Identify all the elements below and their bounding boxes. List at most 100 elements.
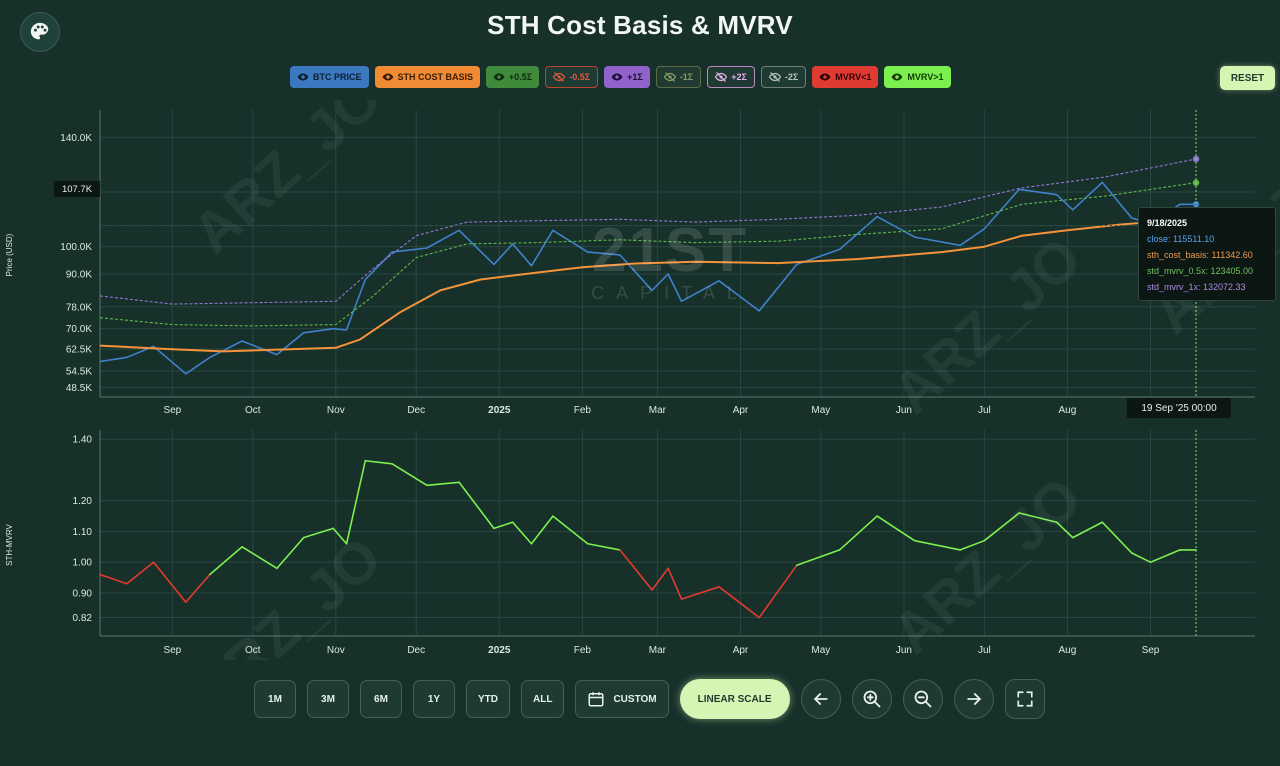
- legend-toggle-3[interactable]: -0.5Σ: [545, 66, 599, 88]
- eye-icon: [819, 73, 831, 81]
- mvrv-segment: [758, 564, 798, 619]
- x-tick-label: Dec: [407, 645, 425, 656]
- reset-button[interactable]: RESET: [1220, 66, 1275, 90]
- mvrv-segment: [876, 515, 916, 542]
- chart-panel-1: Sep Oct Nov Dec 2025 Feb Mar Apr May Jun Jul Aug Sep…: [5, 430, 1255, 656]
- eye-icon: [382, 73, 394, 81]
- x-tick-label: Sep: [163, 645, 181, 656]
- x-tick-label: 2025: [488, 405, 511, 416]
- legend-label: MVRV<1: [835, 72, 872, 82]
- mvrv-segment: [493, 521, 514, 530]
- legend-toggle-9[interactable]: MVRV>1: [884, 66, 951, 88]
- y-tick-label: 1.20: [73, 496, 93, 507]
- mvrv-segment: [152, 561, 187, 603]
- chart-area[interactable]: SepOctNovDec2025FebMarAprMayJunJulAugSep…: [0, 100, 1280, 660]
- crosshair-time-badge: 19 Sep '25 00:00: [1127, 398, 1231, 418]
- mvrv-segment: [1149, 549, 1181, 564]
- range-button-1m[interactable]: 1M: [254, 680, 296, 718]
- x-tick-label: Jul: [978, 645, 991, 656]
- x-tick-label: Sep: [1142, 645, 1160, 656]
- arrow-right-icon: [966, 693, 981, 705]
- eye-off-icon: [663, 72, 676, 82]
- mvrv-segment: [1101, 521, 1133, 554]
- x-tick-label: Apr: [733, 405, 749, 416]
- arrow-left-icon: [813, 693, 828, 705]
- scroll-right-button[interactable]: [953, 679, 994, 719]
- custom-range-button[interactable]: CUSTOM: [575, 680, 669, 718]
- mvrv-segment: [209, 546, 243, 576]
- legend-label: +2Σ: [731, 72, 747, 82]
- custom-range-label: CUSTOM: [613, 693, 657, 705]
- tooltip-line: sth_cost_basis: 111342.60: [1147, 250, 1253, 260]
- mvrv-segment: [586, 542, 621, 551]
- x-tick-label: Aug: [1059, 405, 1077, 416]
- y-tick-label: 48.5K: [66, 383, 92, 394]
- legend-label: MVRV>1: [907, 72, 944, 82]
- tooltip-line: std_mvrv_1x: 132072.33: [1147, 282, 1246, 292]
- mvrv-segment: [184, 573, 211, 603]
- x-tick-label: Oct: [245, 405, 261, 416]
- mvrv-segment: [718, 586, 761, 619]
- x-tick-label: Nov: [327, 645, 345, 656]
- legend-toggle-6[interactable]: +2Σ: [707, 66, 755, 88]
- zoom-in-icon: [863, 690, 880, 708]
- y-tick-label: 140.0K: [60, 133, 92, 144]
- x-tick-label: May: [811, 405, 830, 416]
- mvrv-segment: [458, 481, 495, 530]
- range-button-6m[interactable]: 6M: [360, 680, 402, 718]
- mvrv-segment: [838, 515, 878, 551]
- fullscreen-icon: [1016, 691, 1033, 707]
- mvrv-segment: [276, 536, 305, 570]
- legend-toggle-4[interactable]: +1Σ: [604, 66, 650, 88]
- range-button-1y[interactable]: 1Y: [413, 680, 455, 718]
- mvrv-segment: [302, 527, 334, 539]
- y-tick-label: 1.40: [73, 435, 93, 446]
- fullscreen-button[interactable]: [1004, 679, 1045, 719]
- linear-scale-button[interactable]: LINEAR SCALE: [679, 679, 790, 719]
- watermark-handle: ARZ_JO: [180, 525, 394, 660]
- mvrv-segment: [651, 567, 669, 591]
- x-tick-label: Mar: [649, 645, 667, 656]
- x-tick-label: Nov: [327, 405, 345, 416]
- legend-label: +1Σ: [627, 72, 643, 82]
- legend-label: -1Σ: [679, 72, 694, 82]
- zoom-out-button[interactable]: [902, 679, 943, 719]
- mvrv-segment: [125, 561, 155, 585]
- mvrv-segment: [667, 567, 683, 600]
- y-tick-label: 90.0K: [66, 270, 92, 281]
- y-tick-label: 62.5K: [66, 345, 92, 356]
- eye-off-icon: [715, 72, 728, 82]
- eye-icon: [611, 73, 623, 81]
- scroll-left-button[interactable]: [800, 679, 841, 719]
- eye-off-icon: [553, 72, 566, 82]
- mvrv-segment: [426, 481, 460, 487]
- tooltip-line: close: 115511.10: [1147, 234, 1215, 244]
- y-axis-label: Price (USD): [5, 233, 14, 276]
- range-button-ytd[interactable]: YTD: [466, 680, 510, 718]
- x-tick-label: May: [811, 645, 830, 656]
- range-button-3m[interactable]: 3M: [307, 680, 349, 718]
- legend-label: BTC PRICE: [313, 72, 362, 82]
- range-toolbar: 1M 3M 6M 1Y YTD ALL CUSTOM LINEAR SCALE: [254, 679, 1045, 719]
- legend-label: -0.5Σ: [569, 72, 591, 82]
- legend-toggle-2[interactable]: +0.5Σ: [486, 66, 540, 88]
- legend-label: -2Σ: [784, 72, 799, 82]
- range-button-all[interactable]: ALL: [521, 680, 565, 718]
- legend-toggle-0[interactable]: BTC PRICE: [290, 66, 369, 88]
- y-tick-label: 1.00: [73, 558, 93, 569]
- zoom-in-button[interactable]: [851, 679, 892, 719]
- legend-toggle-8[interactable]: MVRV<1: [812, 66, 879, 88]
- crosshair-price-badge: 107.7K: [54, 181, 100, 197]
- x-tick-label: 2025: [488, 645, 511, 656]
- legend-toggle-5[interactable]: -1Σ: [655, 66, 702, 88]
- mvrv-segment: [913, 539, 962, 551]
- mvrv-segment: [241, 546, 278, 570]
- legend-toggle-1[interactable]: STH COST BASIS: [374, 66, 481, 88]
- mvrv-segment: [511, 521, 533, 545]
- legend-toggle-7[interactable]: -2Σ: [760, 66, 807, 88]
- eye-icon: [891, 73, 903, 81]
- mvrv-segment: [619, 549, 653, 591]
- x-tick-label: Mar: [649, 405, 667, 416]
- y-tick-label: 78.0K: [66, 302, 92, 313]
- mvrv-segment: [391, 463, 428, 487]
